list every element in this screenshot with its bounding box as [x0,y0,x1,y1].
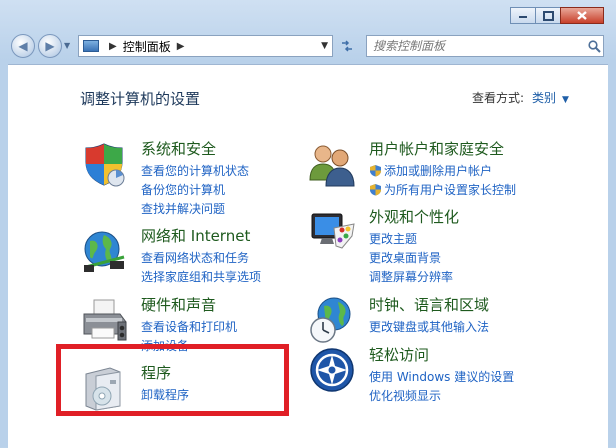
category-links: 查看网络状态和任务 选择家庭组和共享选项 [141,249,261,287]
users-icon[interactable] [308,140,356,188]
link-use-windows-recommended[interactable]: 使用 Windows 建议的设置 [369,368,514,387]
category-title[interactable]: 网络和 Internet [141,225,250,246]
back-button[interactable]: ◀ [11,34,35,58]
link-homegroup-sharing[interactable]: 选择家庭组和共享选项 [141,268,261,287]
link-backup-computer[interactable]: 备份您的计算机 [141,181,249,200]
category-title[interactable]: 硬件和声音 [141,294,216,315]
search-input[interactable] [367,38,585,54]
back-arrow-icon: ◀ [18,39,28,53]
globe-network-icon[interactable] [80,227,128,275]
category-links: 更改键盘或其他输入法 [369,318,489,337]
category-title[interactable]: 轻松访问 [369,344,429,365]
control-panel-icon [83,40,99,52]
category-title[interactable]: 外观和个性化 [369,206,459,227]
minimize-icon [519,15,527,18]
breadcrumb-control-panel[interactable]: 控制面板 [123,38,171,55]
category-links: 查看您的计算机状态 备份您的计算机 查找并解决问题 [141,162,249,219]
link-label[interactable]: 为所有用户设置家长控制 [384,183,516,197]
ease-of-access-icon[interactable] [308,346,356,394]
view-by-dropdown[interactable]: 类别 ▼ [532,89,569,106]
refresh-button[interactable] [335,35,359,57]
maximize-icon [542,10,554,21]
link-find-fix-problems[interactable]: 查找并解决问题 [141,200,249,219]
caption-buttons [510,7,604,24]
printer-icon[interactable] [80,296,128,344]
forward-button[interactable]: ▶ [38,34,62,58]
search-box[interactable] [366,35,604,57]
highlight-box [56,344,289,416]
link-view-network-status[interactable]: 查看网络状态和任务 [141,249,261,268]
page-title: 调整计算机的设置 [80,90,201,108]
link-adjust-screen-resolution[interactable]: 调整屏幕分辨率 [369,268,453,287]
link-add-remove-accounts[interactable]: 添加或删除用户帐户 [369,162,516,181]
link-label[interactable]: 添加或删除用户帐户 [384,164,492,178]
uac-shield-icon [370,165,381,177]
navigation-toolbar: ◀ ▶ ▼ ▶ 控制面板 ▶ ▼ [0,31,616,61]
search-icon[interactable] [585,39,603,53]
link-parental-controls[interactable]: 为所有用户设置家长控制 [369,181,516,200]
breadcrumb-chevron-icon[interactable]: ▶ [177,41,185,52]
link-view-devices-printers[interactable]: 查看设备和打印机 [141,318,237,337]
category-links: 更改主题 更改桌面背景 调整屏幕分辨率 [369,230,453,287]
category-title[interactable]: 用户帐户和家庭安全 [369,138,504,159]
category-links: 添加或删除用户帐户 为所有用户设置家长控制 [369,162,516,200]
close-button[interactable] [560,7,604,24]
refresh-icon [342,40,352,52]
breadcrumb-chevron-icon[interactable]: ▶ [109,41,117,52]
link-change-theme[interactable]: 更改主题 [369,230,453,249]
link-optimize-video-display[interactable]: 优化视频显示 [369,387,514,406]
maximize-button[interactable] [535,7,561,24]
link-change-keyboard-input[interactable]: 更改键盘或其他输入法 [369,318,489,337]
window: ◀ ▶ ▼ ▶ 控制面板 ▶ ▼ 调整计算机的设置 查看方式: [0,0,616,448]
chevron-down-icon[interactable]: ▼ [562,95,569,105]
link-change-desktop-background[interactable]: 更改桌面背景 [369,249,453,268]
category-title[interactable]: 时钟、语言和区域 [369,294,489,315]
category-title[interactable]: 系统和安全 [141,138,216,159]
address-bar[interactable]: ▶ 控制面板 ▶ ▼ [78,35,333,57]
shield-icon[interactable] [80,140,128,188]
clock-globe-icon[interactable] [308,296,356,344]
category-links: 使用 Windows 建议的设置 优化视频显示 [369,368,514,406]
forward-arrow-icon: ▶ [45,39,55,53]
uac-shield-icon [370,184,381,196]
content-pane: 调整计算机的设置 查看方式: 类别 ▼ 系统和安全 查看您的计算机状态 备份您的计… [8,64,608,448]
minimize-button[interactable] [510,7,536,24]
link-view-computer-status[interactable]: 查看您的计算机状态 [141,162,249,181]
view-by-value[interactable]: 类别 [532,91,556,105]
close-icon [577,11,587,20]
address-dropdown-icon[interactable]: ▼ [321,41,328,51]
recent-pages-dropdown[interactable]: ▼ [64,41,70,50]
view-by-label: 查看方式: [471,91,524,105]
monitor-palette-icon[interactable] [308,208,356,256]
